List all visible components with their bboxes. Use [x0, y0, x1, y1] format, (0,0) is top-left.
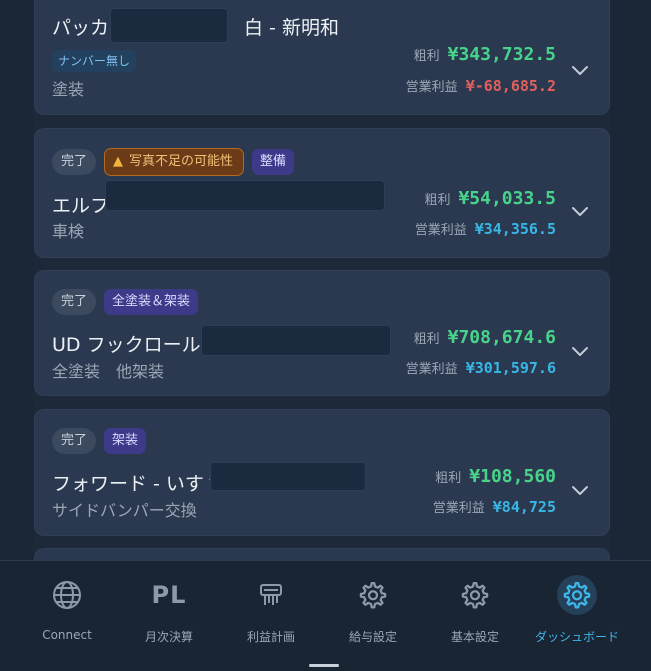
gross-profit-row: 粗利 ¥708,674.6	[414, 327, 556, 348]
project-subtitle: 塗装	[52, 80, 85, 99]
operating-profit-value: ¥34,356.5	[474, 220, 556, 238]
redacted-block	[201, 325, 391, 356]
project-subtitle: 車検	[52, 222, 85, 241]
project-card[interactable]: 完了 全塗装＆架装 UD フックロール - 全塗装 他架装 粗利 ¥708,67…	[34, 270, 610, 396]
nav-label: ダッシュボード	[534, 630, 619, 644]
printer-icon	[251, 575, 291, 615]
gross-profit-row: 粗利 ¥108,560	[435, 466, 556, 487]
warning-badge: ▲ 写真不足の可能性	[104, 148, 245, 176]
redacted-block	[210, 462, 366, 491]
left-gutter	[0, 0, 34, 560]
nav-item-connect[interactable]: Connect	[16, 561, 118, 661]
category-badge: 架装	[104, 428, 147, 454]
pl-icon: PL	[151, 581, 187, 609]
gross-profit-row: 粗利 ¥343,732.5	[414, 44, 556, 65]
operating-profit-row: 営業利益 ¥301,597.6	[406, 358, 556, 377]
operating-profit-label: 営業利益	[414, 223, 467, 238]
gross-profit-value: ¥343,732.5	[447, 44, 556, 65]
operating-profit-value: ¥-68,685.2	[465, 77, 556, 95]
nav-label: 給与設定	[348, 630, 397, 644]
operating-profit-value: ¥301,597.6	[465, 359, 556, 377]
project-title: フォワード - いすゞ	[52, 473, 223, 495]
home-indicator[interactable]	[309, 664, 339, 667]
project-card[interactable]	[34, 548, 610, 560]
nav-label: Connect	[42, 628, 92, 642]
nav-item-profit-plan[interactable]: 利益計画	[220, 561, 322, 661]
gross-profit-label: 粗利	[413, 49, 440, 64]
chevron-down-icon[interactable]	[570, 60, 590, 80]
warning-icon: ▲	[113, 154, 124, 169]
gross-profit-value: ¥108,560	[469, 466, 556, 487]
gear-icon	[353, 575, 393, 615]
gear-icon	[557, 575, 597, 615]
project-list[interactable]: パッカー白 - 新明和 ナンバー無し 塗装 粗利 ¥343,732.5 営業利益…	[34, 0, 610, 560]
project-title: エルフ	[52, 195, 110, 217]
status-badge: 完了	[52, 428, 97, 454]
nav-item-basic-settings[interactable]: 基本設定	[424, 561, 526, 661]
operating-profit-label: 営業利益	[432, 501, 485, 516]
category-badge: 全塗装＆架装	[104, 289, 199, 315]
gross-profit-value: ¥708,674.6	[447, 327, 556, 348]
chevron-down-icon[interactable]	[570, 201, 590, 221]
status-badge: 完了	[52, 149, 97, 175]
project-card[interactable]: パッカー白 - 新明和 ナンバー無し 塗装 粗利 ¥343,732.5 営業利益…	[34, 0, 610, 115]
operating-profit-value: ¥84,725	[492, 498, 556, 516]
nav-item-salary-settings[interactable]: 給与設定	[322, 561, 424, 661]
tag-badge: ナンバー無し	[52, 50, 137, 72]
bottom-navigation: Connect PL 月次決算 利益計画 給与設定 基本設定 ダッシュボード	[0, 560, 651, 671]
gross-profit-label: 粗利	[435, 471, 462, 486]
category-badge: 整備	[252, 149, 295, 175]
project-card[interactable]: 完了 ▲ 写真不足の可能性 整備 エルフ 車検 粗利 ¥54,033.5 営業利益…	[34, 128, 610, 258]
operating-profit-row: 営業利益 ¥84,725	[433, 497, 556, 516]
nav-label: 月次決算	[144, 630, 193, 644]
redacted-block	[110, 8, 228, 43]
nav-item-monthly-closing[interactable]: PL 月次決算	[118, 561, 220, 661]
gross-profit-label: 粗利	[413, 332, 440, 347]
chevron-down-icon[interactable]	[570, 480, 590, 500]
badge-row: 完了 ▲ 写真不足の可能性 整備	[52, 148, 295, 176]
operating-profit-row: 営業利益 ¥34,356.5	[415, 219, 556, 238]
project-title: UD フックロール -	[52, 334, 214, 356]
nav-label: 基本設定	[450, 630, 499, 644]
badge-row: 完了 全塗装＆架装	[52, 288, 199, 316]
chevron-down-icon[interactable]	[570, 341, 590, 361]
project-subtitle: サイドバンパー交換	[52, 501, 197, 520]
gear-icon	[455, 575, 495, 615]
gross-profit-label: 粗利	[424, 193, 451, 208]
project-subtitle: 全塗装 他架装	[52, 362, 165, 381]
nav-label: 利益計画	[246, 630, 295, 644]
operating-profit-label: 営業利益	[405, 362, 458, 377]
globe-icon	[47, 575, 87, 615]
right-gutter	[610, 0, 651, 560]
operating-profit-row: 営業利益 ¥-68,685.2	[406, 76, 556, 95]
nav-item-dashboard[interactable]: ダッシュボード	[526, 561, 628, 661]
operating-profit-label: 営業利益	[405, 80, 458, 95]
badge-row: 完了 架装	[52, 427, 147, 455]
gross-profit-value: ¥54,033.5	[458, 188, 556, 209]
gross-profit-row: 粗利 ¥54,033.5	[424, 188, 556, 209]
status-badge: 完了	[52, 289, 97, 315]
redacted-block	[105, 180, 385, 211]
project-card[interactable]: 完了 架装 フォワード - いすゞ サイドバンパー交換 粗利 ¥108,560 …	[34, 409, 610, 536]
